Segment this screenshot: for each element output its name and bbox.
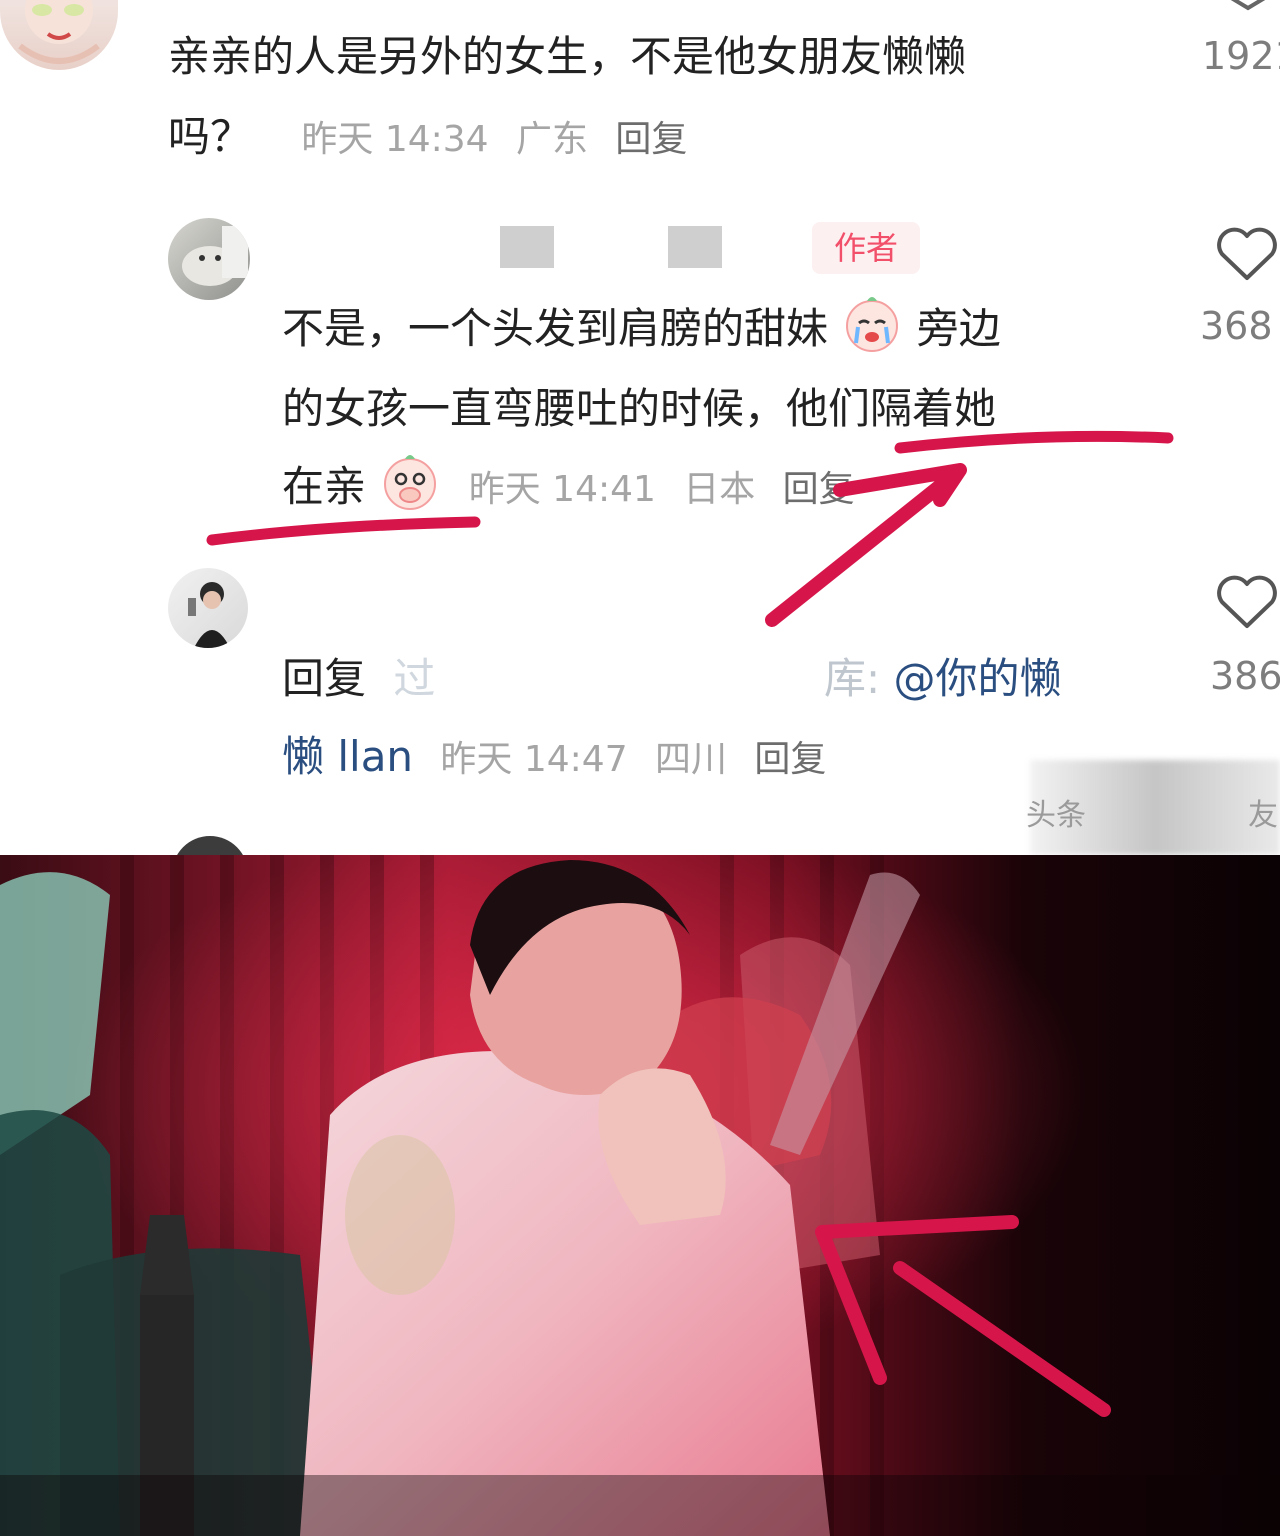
comment2-text-line1: 不是，一个头发到肩膀的甜妹 — [282, 304, 829, 353]
comment1-text-line2-row: 吗？ 昨天 14:34 广东 回复 — [168, 98, 687, 179]
comment3-text-line1-row: 回复 过 — [282, 640, 435, 718]
comment2-avatar[interactable] — [168, 218, 250, 300]
comment2-text-line1-row: 不是，一个头发到肩膀的甜妹 旁边 — [282, 290, 1001, 368]
comment2-location: 日本 — [683, 469, 756, 510]
comment3-time: 昨天 14:47 — [440, 739, 628, 780]
comment2-time: 昨天 14:41 — [468, 469, 656, 510]
comment3-location: 四川 — [654, 739, 727, 780]
watermark-text: 头条 — [1026, 798, 1086, 833]
comment1-text-line2: 吗？ — [168, 112, 253, 161]
comment1-avatar[interactable] — [0, 0, 118, 70]
comment1-like-count: 1921 — [1202, 34, 1280, 78]
comment3-heart-icon[interactable] — [1216, 574, 1278, 630]
person-photo-icon — [188, 582, 230, 648]
comment3-reply-button[interactable]: 回复 — [754, 739, 826, 780]
nightclub-scene-illustration — [0, 855, 1280, 1536]
comment3-like-count: 386 — [1210, 654, 1280, 698]
comment3-avatar[interactable] — [168, 568, 248, 648]
nightclub-photo — [0, 855, 1280, 1536]
avatar-illustration-icon — [18, 0, 100, 64]
author-badge: 作者 — [812, 222, 920, 274]
cat-photo-icon — [182, 226, 248, 286]
comment3-partial-name-start[interactable]: 过 — [393, 654, 435, 703]
next-comment-avatar[interactable] — [172, 836, 248, 855]
comment1-heart-icon[interactable] — [1218, 0, 1278, 14]
comment2-text-line3: 在亲 — [282, 462, 367, 511]
comment1-reply-button[interactable]: 回复 — [615, 119, 687, 160]
comment3-reply-prefix: 回复 — [282, 654, 367, 703]
comment2-heart-icon[interactable] — [1216, 226, 1278, 282]
comment2-text-line1b: 旁边 — [916, 304, 1001, 353]
comment3-mention-line2[interactable]: 懒 llan — [282, 732, 413, 781]
cover-mouth-emoji-icon — [384, 455, 437, 510]
comment1-text-line1: 亲亲的人是另外的女生，不是他女朋友懒懒 — [168, 32, 967, 81]
comment1-time: 昨天 14:34 — [301, 119, 489, 160]
comment-list: 亲亲的人是另外的女生，不是他女朋友懒懒 吗？ 昨天 14:34 广东 回复 19… — [0, 0, 1280, 855]
comment2-text-line2: 的女孩一直弯腰吐的时候，他们隔着她 — [282, 384, 997, 433]
comment1-location: 广东 — [515, 119, 588, 160]
crying-face-emoji-icon — [846, 297, 899, 352]
comment3-partial-name-end: 库: — [824, 654, 881, 703]
redacted-username-block-2 — [668, 226, 722, 268]
comment3-mention[interactable]: @你的懒 — [894, 654, 1062, 703]
redacted-username-block-1 — [500, 226, 554, 268]
comment2-like-count: 368 — [1200, 304, 1273, 348]
comment2-reply-button[interactable]: 回复 — [783, 469, 855, 510]
watermark-text-end: 友 — [1248, 798, 1278, 833]
comment3-text-line2-row: 懒 llan 昨天 14:47 四川 回复 — [282, 718, 826, 799]
comment3-mention-row: 库: @你的懒 — [824, 640, 1062, 718]
comment2-text-line3-row: 在亲 昨天 14:41 日本 回复 — [282, 448, 855, 529]
